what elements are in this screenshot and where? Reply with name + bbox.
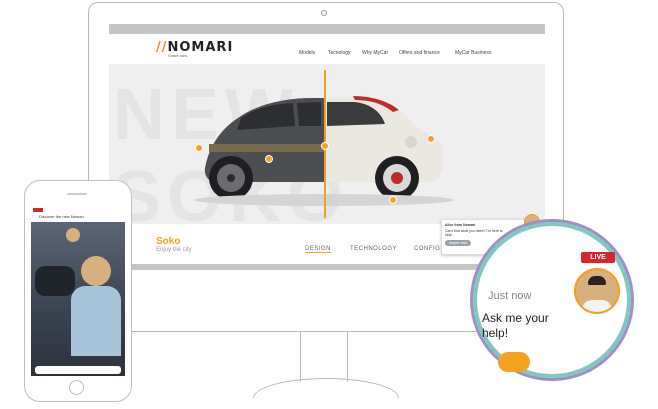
hotspot-1[interactable] — [195, 144, 203, 152]
hotspot-5[interactable] — [389, 196, 397, 204]
phone-speaker — [67, 193, 87, 195]
agent-face — [81, 256, 111, 286]
nav-offers[interactable]: Offers and finance — [399, 50, 440, 56]
monitor-base — [253, 378, 399, 398]
tab-design[interactable]: DESIGN — [305, 246, 332, 253]
model-name: Soko — [156, 236, 181, 247]
phone-agent-avatar — [66, 228, 80, 242]
hotspot-4[interactable] — [427, 135, 435, 143]
phone-home-button[interactable] — [69, 380, 84, 395]
phone-header-title: Discover the new Nomari — [39, 214, 84, 219]
monitor-camera — [321, 10, 327, 16]
model-tagline: Enjoy the city — [156, 247, 192, 253]
tab-config[interactable]: CONFIG — [414, 246, 440, 252]
live-badge: LIVE — [581, 252, 615, 263]
phone-car-shape — [35, 266, 75, 296]
avatar-shirt — [582, 300, 612, 312]
message-timestamp: Just now — [488, 290, 532, 302]
tab-technology[interactable]: TECHNOLOGY — [350, 246, 397, 252]
monitor-stand — [300, 332, 348, 382]
brand-tagline: Smart cars — [168, 53, 188, 58]
agent-message: Ask me your help! — [482, 311, 549, 340]
nav-models[interactable]: Models — [299, 50, 315, 56]
nav-why-mycar[interactable]: Why MyCar — [362, 50, 388, 56]
agent-shirt — [71, 286, 121, 356]
maybe-later-button[interactable]: Maybe later — [445, 240, 472, 246]
phone-live-badge — [33, 208, 43, 212]
nav-business[interactable]: MyCar Business — [455, 50, 491, 56]
phone-screen: Discover the new Nomari — [31, 206, 125, 376]
agent-avatar[interactable] — [574, 268, 620, 314]
phone-chat-input[interactable] — [35, 366, 121, 374]
nav-technology[interactable]: Tecnology — [328, 50, 351, 56]
hotspot-3[interactable] — [321, 142, 329, 150]
avatar-hair — [588, 276, 606, 285]
mini-chat-message: Can't find what you need? I'm here to he… — [445, 229, 503, 237]
hotspot-2[interactable] — [265, 155, 273, 163]
reply-button[interactable] — [498, 352, 530, 372]
